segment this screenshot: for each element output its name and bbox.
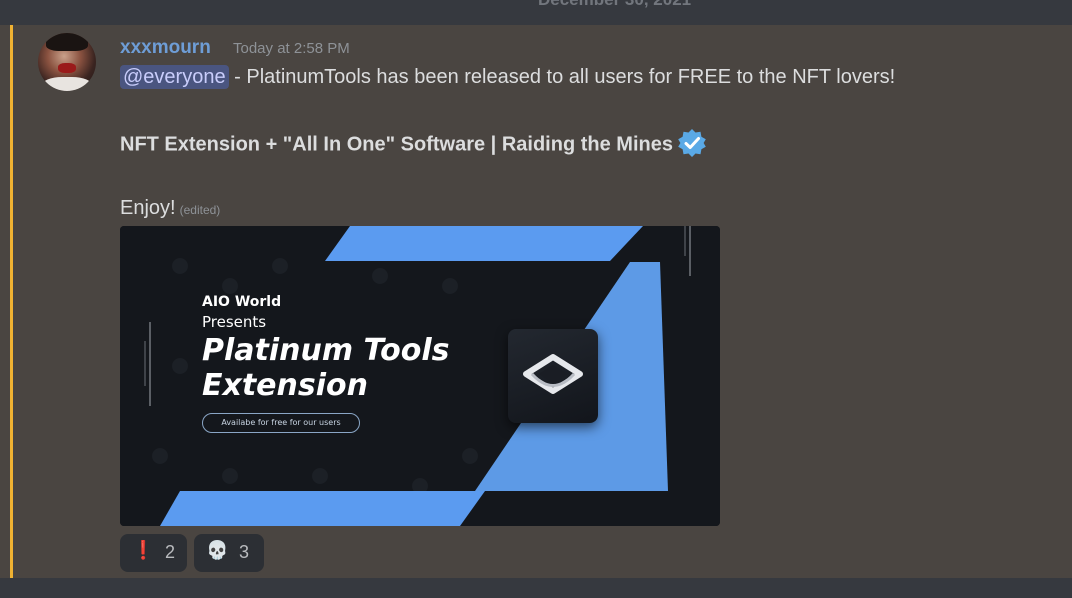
avatar[interactable] bbox=[38, 33, 96, 91]
embed-title: Platinum Tools Extension bbox=[202, 333, 502, 403]
edited-label: (edited) bbox=[179, 203, 221, 217]
embed-title-line-2: Extension bbox=[202, 368, 368, 403]
embed-image[interactable]: AIO World Presents Platinum Tools Extens… bbox=[120, 226, 720, 526]
date-divider: December 30, 2021 bbox=[0, 0, 1072, 25]
message-line-3-text: Enjoy! bbox=[120, 197, 176, 219]
verified-badge-icon bbox=[677, 128, 707, 158]
reaction-exclamation[interactable]: ❗ 2 bbox=[120, 534, 187, 572]
date-divider-label: December 30, 2021 bbox=[538, 0, 691, 10]
message-line-3: Enjoy! (edited) bbox=[120, 197, 220, 220]
message-line-1: @everyone - PlatinumTools has been relea… bbox=[120, 65, 896, 89]
platinum-tools-logo-icon bbox=[508, 329, 598, 423]
message-line-2-text: NFT Extension + "All In One" Software | … bbox=[120, 133, 673, 156]
mention-highlight-bar bbox=[10, 25, 13, 578]
reaction-count: 3 bbox=[239, 542, 250, 562]
message-line-1-text: - PlatinumTools has been released to all… bbox=[228, 66, 896, 88]
timestamp[interactable]: Today at 2:58 PM bbox=[233, 40, 350, 57]
message-line-2: NFT Extension + "All In One" Software | … bbox=[120, 128, 707, 160]
message[interactable]: xxxmourn Today at 2:58 PM @everyone - Pl… bbox=[0, 25, 1072, 578]
embed-presenter: AIO World bbox=[202, 294, 282, 310]
reaction-count: 2 bbox=[165, 542, 176, 562]
embed-title-line-1: Platinum Tools bbox=[202, 333, 450, 368]
skull-icon: 💀 bbox=[206, 540, 229, 560]
everyone-mention[interactable]: @everyone bbox=[120, 65, 229, 89]
reaction-skull[interactable]: 💀 3 bbox=[194, 534, 264, 572]
bottom-divider bbox=[0, 578, 1072, 598]
exclamation-icon: ❗ bbox=[132, 540, 155, 560]
username[interactable]: xxxmourn bbox=[120, 37, 211, 59]
embed-presents: Presents bbox=[202, 313, 267, 331]
embed-pill: Availabe for free for our users bbox=[202, 413, 360, 433]
